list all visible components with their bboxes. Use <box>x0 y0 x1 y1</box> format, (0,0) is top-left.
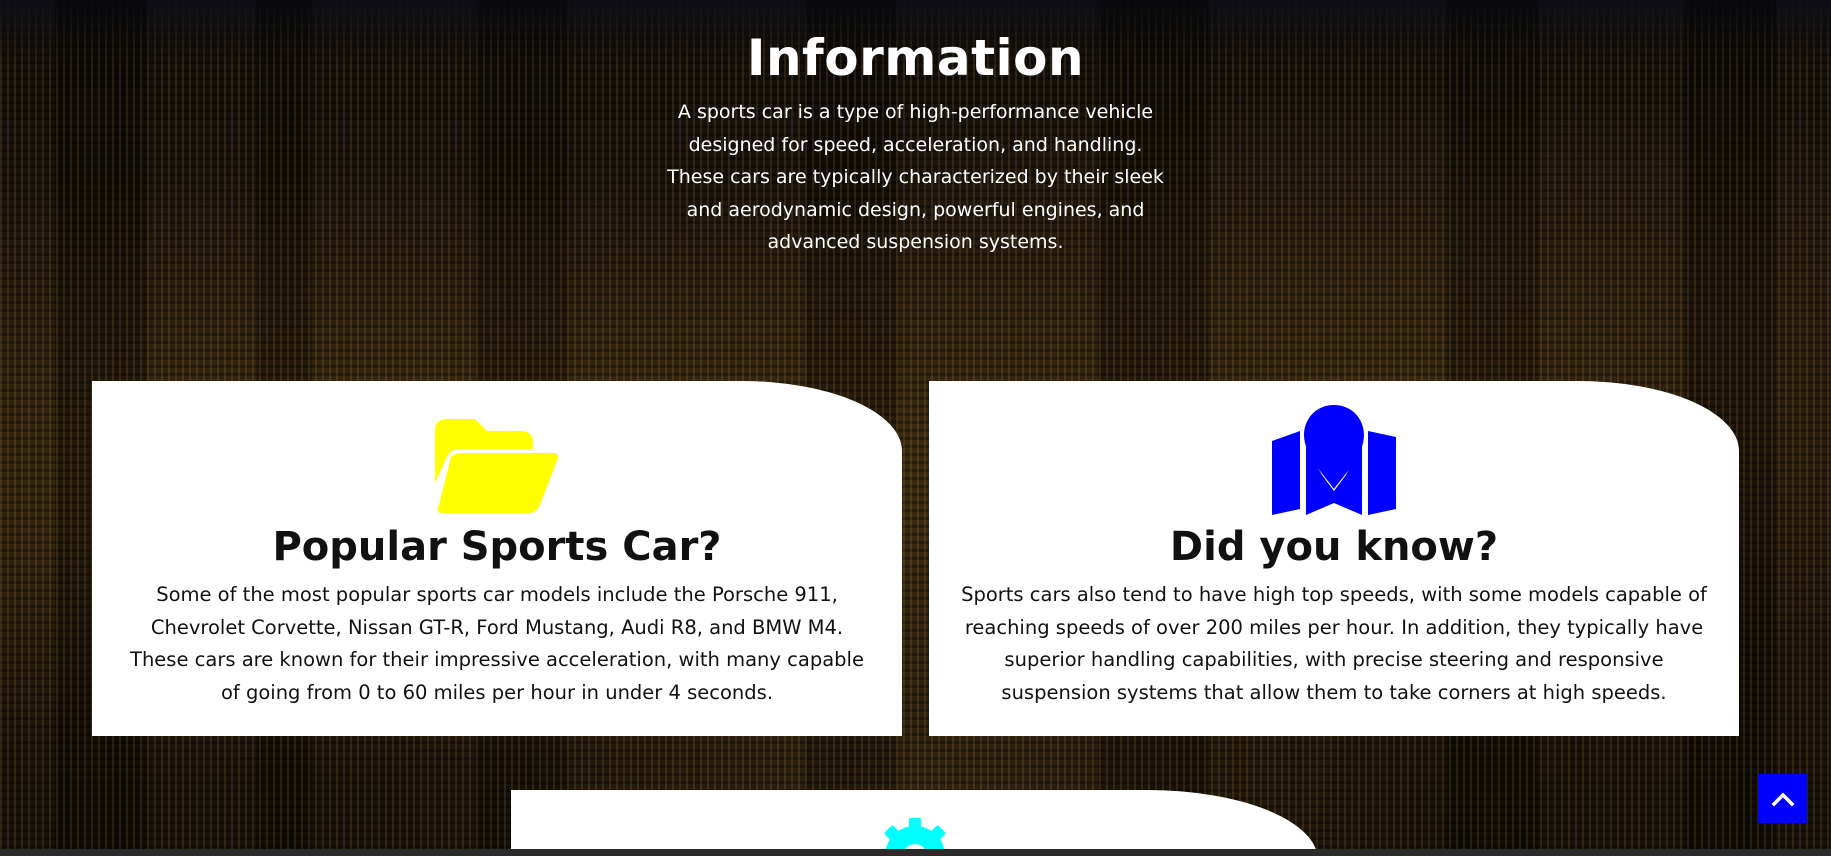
map-location-icon <box>1272 405 1396 515</box>
bottom-bar <box>0 849 1831 856</box>
section-title: Information <box>746 29 1085 87</box>
card-icon-container <box>92 405 902 515</box>
folder-open-icon <box>435 419 559 513</box>
page: Information A sports car is a type of hi… <box>0 0 1831 856</box>
card-third-partial <box>511 790 1318 856</box>
card-title: Popular Sports Car? <box>272 524 722 570</box>
card-did-you-know: Did you know? Sports cars also tend to h… <box>929 381 1739 736</box>
back-to-top-button[interactable] <box>1758 774 1807 823</box>
card-text: Some of the most popular sports car mode… <box>130 583 864 704</box>
card-title: Did you know? <box>1169 524 1499 570</box>
chevron-up-icon <box>1771 792 1794 806</box>
card-text: Sports cars also tend to have high top s… <box>961 583 1707 704</box>
section-description: A sports car is a type of high-performan… <box>667 101 1164 253</box>
card-popular-sports-car: Popular Sports Car? Some of the most pop… <box>92 381 902 736</box>
card-icon-container <box>929 405 1739 515</box>
information-section: Information A sports car is a type of hi… <box>0 22 1831 259</box>
